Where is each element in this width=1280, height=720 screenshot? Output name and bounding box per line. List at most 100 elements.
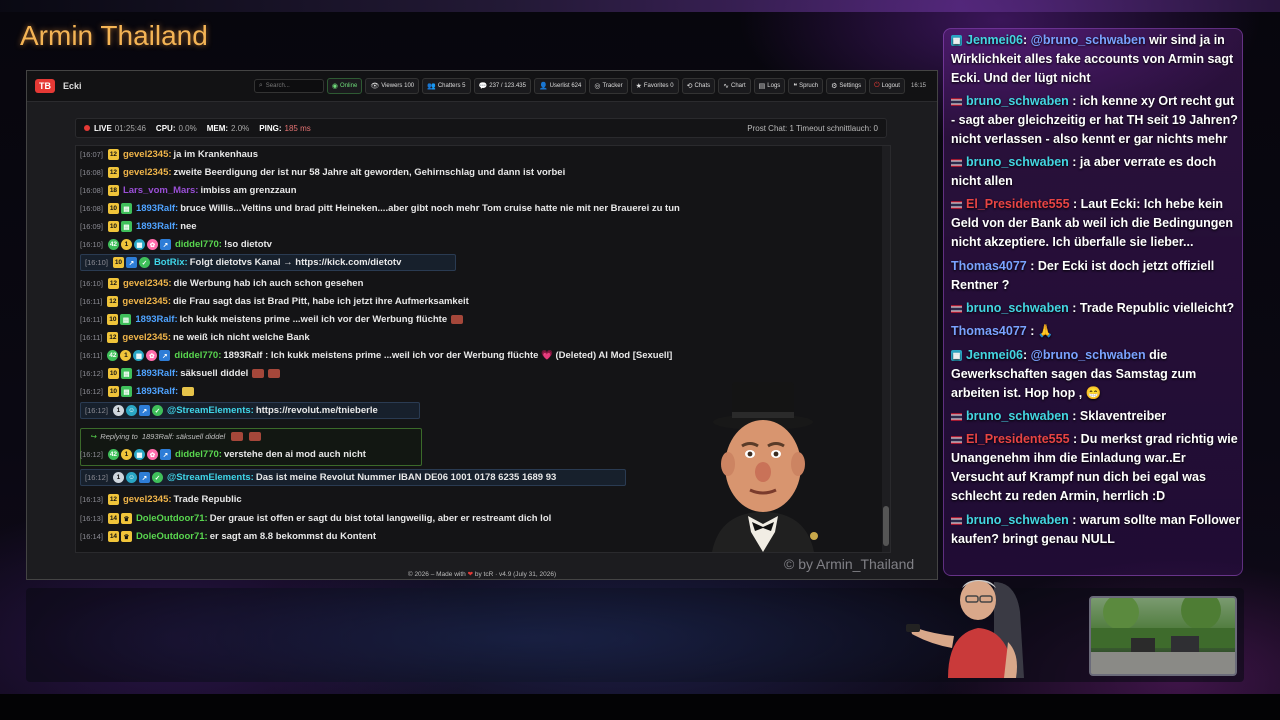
- badge-42-icon: 42: [107, 449, 119, 460]
- emote-icon: [231, 432, 244, 441]
- nav-label: Logout: [881, 83, 900, 89]
- flower-icon: ✿: [146, 239, 158, 250]
- username[interactable]: gevel2345:: [123, 149, 172, 160]
- nav-userlist-button[interactable]: 👤 Userlist 624: [533, 78, 587, 94]
- chat-message: [16:07] 12 gevel2345: ja im Krankenhaus: [80, 146, 258, 163]
- gear-icon: ⚙: [831, 83, 838, 90]
- stats-bar: LIVE 01:25:46 CPU: 0.0% MEM: 2.0% PING: …: [75, 118, 887, 138]
- overlay-mention: @bruno_schwaben: [1030, 348, 1146, 362]
- username[interactable]: 1893Ralf:: [136, 221, 178, 232]
- username[interactable]: Lars_vom_Mars:: [123, 185, 199, 196]
- chat-message: [16:08] 18 Lars_vom_Mars: imbiss am gren…: [80, 182, 297, 199]
- badge-1-icon: 1: [120, 449, 132, 460]
- users-icon: 👥: [427, 83, 436, 90]
- badge-1-icon: 1: [112, 405, 124, 416]
- nav-logout-button[interactable]: ⏻ Logout: [869, 78, 905, 94]
- ping-value: 185 ms: [284, 123, 311, 133]
- username[interactable]: 1893Ralf:: [135, 314, 177, 325]
- nav-messages-button[interactable]: 💬 237 / 123.435: [473, 78, 531, 94]
- ping-label: PING:: [259, 123, 282, 133]
- nav-online-button[interactable]: ◉ Online: [326, 78, 363, 94]
- mod-icon: ▦: [133, 239, 145, 250]
- bot-icon: ☺: [125, 472, 137, 483]
- username[interactable]: @StreamElements:: [167, 472, 254, 483]
- timestamp: [16:13]: [80, 495, 103, 504]
- nav-viewers-button[interactable]: 👁 Viewers 100: [365, 78, 420, 94]
- nav-tracker-button[interactable]: ◎ Tracker: [589, 78, 628, 94]
- username[interactable]: DoleOutdoor71:: [136, 513, 208, 524]
- overlay-chat-message: ▦ Jenmei06: @bruno_schwaben die Gewerksch…: [951, 348, 1197, 400]
- scrollbar-thumb[interactable]: [883, 506, 889, 546]
- nav-chats-button[interactable]: ⟲ Chats: [681, 78, 716, 94]
- chat-message: [16:10] 12 gevel2345: die Werbung hab ic…: [80, 275, 363, 292]
- message-text: !so dietotv: [223, 239, 272, 250]
- chat-message: [16:11] 10 ▤ 1893Ralf: Ich kukk meistens…: [80, 311, 464, 328]
- chat-message: [16:11] 12 gevel2345: ne weiß ich nicht …: [80, 329, 310, 346]
- nav-favorites-button[interactable]: ★ Favorites 0: [630, 78, 679, 94]
- cpu-label: CPU:: [155, 123, 176, 133]
- nav-spruch-button[interactable]: ❝ Spruch: [788, 78, 824, 94]
- nav-label: 237 / 123.435: [489, 83, 526, 89]
- badge-14-icon: 14: [107, 531, 119, 542]
- username[interactable]: 1893Ralf:: [136, 386, 178, 397]
- username[interactable]: gevel2345:: [122, 332, 171, 343]
- nav-bar: ⌕ Search... ◉ Online 👁 Viewers 100 👥 Chatte…: [253, 78, 929, 94]
- verified-icon: ↗: [138, 472, 150, 483]
- verified-icon: ↗: [159, 350, 171, 361]
- quote-icon: ❝: [793, 83, 798, 90]
- username[interactable]: gevel2345:: [123, 494, 172, 505]
- flower-icon: ✿: [146, 350, 158, 361]
- overlay-mention: @bruno_schwaben: [1030, 33, 1146, 47]
- nav-chart-button[interactable]: ∿ Chart: [718, 78, 751, 94]
- overlay-chat-message: bruno_schwaben : warum sollte man Follow…: [951, 511, 1241, 549]
- star-icon: ★: [635, 83, 642, 90]
- nav-logs-button[interactable]: ▤ Logs: [753, 78, 786, 94]
- timestamp: [16:12]: [85, 473, 108, 482]
- garden-scene-image: [1091, 598, 1235, 674]
- username[interactable]: diddel770:: [175, 239, 222, 250]
- username[interactable]: diddel770:: [175, 449, 222, 460]
- nav-chatters-button[interactable]: 👥 Chatters 5: [422, 78, 471, 94]
- username[interactable]: gevel2345:: [123, 167, 172, 178]
- username[interactable]: BotRix:: [154, 257, 188, 268]
- message-text: nee: [180, 221, 197, 232]
- chat-scrollbar[interactable]: [882, 146, 890, 552]
- overlay-chat-message: ▦ Jenmei06: @bruno_schwaben wir sind ja i…: [951, 33, 1234, 85]
- tracker-icon: ◎: [594, 83, 601, 90]
- username[interactable]: gevel2345:: [123, 278, 172, 289]
- badge-10-icon: 10: [107, 386, 119, 397]
- nav-label: Tracker: [602, 83, 623, 89]
- badge-1-icon: 1: [112, 472, 124, 483]
- badge-10-icon: 10: [107, 203, 119, 214]
- nav-label: Chart: [731, 83, 746, 89]
- username[interactable]: 1893Ralf:: [136, 368, 178, 379]
- nav-label: Viewers 100: [381, 83, 415, 89]
- app-logo: TB: [35, 79, 55, 93]
- heart-icon: ❤: [467, 571, 474, 578]
- nav-settings-button[interactable]: ⚙ Settings: [826, 78, 867, 94]
- username[interactable]: @StreamElements:: [167, 405, 254, 416]
- timestamp: [16:14]: [80, 532, 103, 541]
- app-toolbar: TB Ecki ⌕ Search... ◉ Online 👁 Viewers 100…: [27, 71, 937, 102]
- search-input[interactable]: ⌕ Search...: [253, 79, 324, 93]
- chart-icon: ∿: [723, 83, 729, 90]
- footer-suffix: by tcR · v4.9 (July 31, 2026): [474, 571, 557, 578]
- mod-icon: ▦: [133, 350, 145, 361]
- username[interactable]: DoleOutdoor71:: [136, 531, 208, 542]
- reply-label: Replying to: [100, 432, 138, 441]
- flower-icon: ✿: [146, 449, 158, 460]
- message-text: säksuell diddel: [180, 368, 249, 379]
- footer-prefix: © 2026 – Made with: [407, 571, 466, 578]
- message-text: er sagt am 8.8 bekommst du Kontent: [209, 531, 377, 542]
- username[interactable]: diddel770:: [174, 350, 221, 361]
- timestamp: [16:11]: [80, 315, 103, 324]
- thai-flag-icon: [951, 200, 962, 209]
- badge-18-icon: 18: [107, 185, 119, 196]
- badge-42-icon: 42: [107, 350, 119, 361]
- username[interactable]: gevel2345:: [122, 296, 171, 307]
- thai-flag-icon: [951, 516, 962, 525]
- nav-label: Chatters 5: [437, 83, 466, 89]
- chat-message: [16:09] 10 ▤ 1893Ralf: nee: [80, 218, 197, 235]
- username[interactable]: 1893Ralf:: [136, 203, 178, 214]
- overlay-chat-panel: ▦ Jenmei06: @bruno_schwaben wir sind ja i…: [943, 28, 1243, 576]
